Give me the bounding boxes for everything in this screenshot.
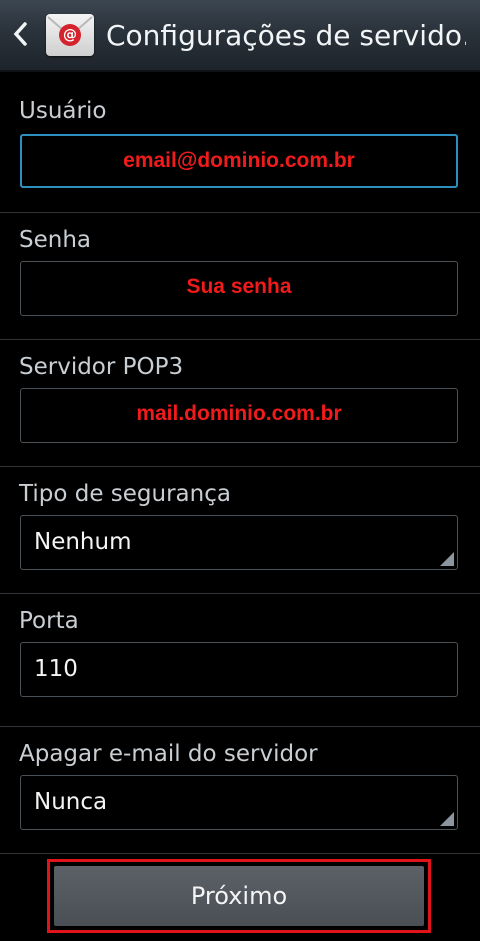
username-input[interactable]: email@dominio.com.br (20, 134, 458, 188)
delete-select[interactable]: Nunca (20, 775, 458, 830)
password-section: Senha Sua senha (0, 213, 480, 340)
delete-value: Nunca (34, 789, 108, 815)
username-section: Usuário email@dominio.com.br (0, 72, 480, 213)
server-section: Servidor POP3 mail.dominio.com.br (0, 340, 480, 467)
server-label: Servidor POP3 (19, 354, 184, 380)
security-label: Tipo de segurança (19, 481, 231, 507)
page-title: Configurações de servido… (106, 19, 466, 52)
dropdown-corner-icon (440, 812, 454, 826)
port-label: Porta (19, 608, 79, 634)
delete-label: Apagar e-mail do servidor (19, 741, 318, 767)
next-button[interactable]: Próximo (54, 866, 424, 926)
port-value: 110 (34, 656, 78, 682)
password-label: Senha (19, 227, 91, 253)
password-input[interactable]: Sua senha (20, 261, 458, 316)
port-input[interactable]: 110 (20, 642, 458, 697)
action-bar: @ Configurações de servido… (0, 0, 480, 72)
password-hint: Sua senha (186, 275, 292, 298)
security-value: Nenhum (34, 529, 132, 555)
username-hint: email@dominio.com.br (123, 149, 355, 172)
email-app-icon[interactable]: @ (46, 14, 94, 56)
dropdown-corner-icon (440, 552, 454, 566)
username-label: Usuário (19, 98, 107, 124)
port-section: Porta 110 (0, 594, 480, 727)
server-hint: mail.dominio.com.br (136, 402, 342, 425)
server-input[interactable]: mail.dominio.com.br (20, 388, 458, 443)
security-section: Tipo de segurança Nenhum (0, 467, 480, 594)
delete-section: Apagar e-mail do servidor Nunca (0, 727, 480, 854)
chevron-left-icon[interactable] (12, 20, 28, 48)
security-select[interactable]: Nenhum (20, 515, 458, 570)
